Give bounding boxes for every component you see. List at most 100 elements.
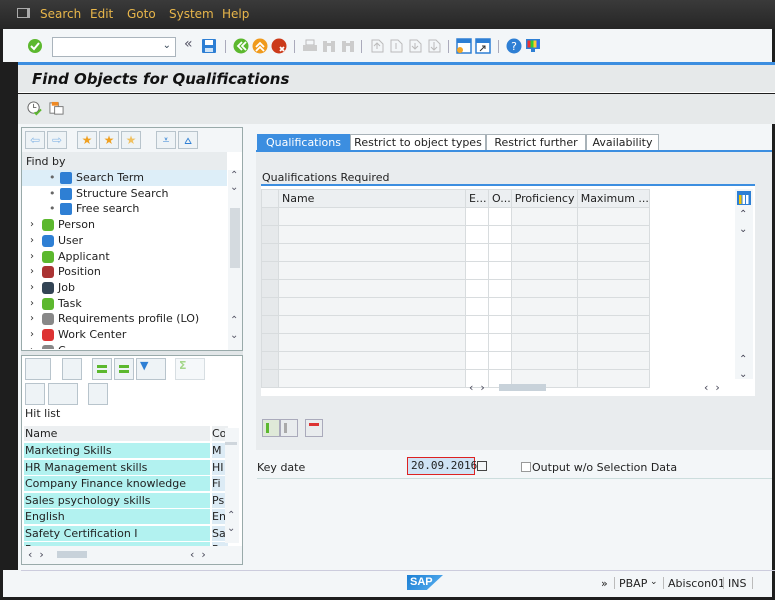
hit-list-row[interactable]: Company Finance knowledge Fi [24, 476, 232, 492]
tab-restrict-further[interactable]: Restrict further [486, 134, 586, 151]
create-shortcut-icon[interactable] [475, 38, 491, 54]
grid-cell[interactable] [510, 297, 578, 316]
grid-row[interactable] [261, 243, 650, 262]
grid-cell[interactable] [488, 297, 512, 316]
grid-cell[interactable] [576, 261, 650, 280]
grid-cell[interactable] [576, 225, 650, 244]
hit-list-vertical-scrollbar[interactable]: ⌃ ⌄ [225, 428, 239, 543]
row-selector[interactable] [261, 279, 279, 298]
tree-item[interactable]: › Work Center [22, 327, 227, 343]
grid-row[interactable] [261, 279, 650, 298]
previous-icon[interactable]: ⇦ [25, 131, 45, 149]
grid-cell[interactable] [278, 333, 466, 352]
customize-layout-icon[interactable] [525, 38, 541, 54]
grid-cell[interactable] [510, 225, 578, 244]
column-header[interactable]: Proficiency [510, 189, 578, 208]
tab-availability[interactable]: Availability [586, 134, 659, 151]
grid-cell[interactable] [510, 243, 578, 262]
sort-descending-icon[interactable] [114, 358, 134, 380]
grid-vertical-scrollbar[interactable]: ⌃ ⌄ ⌃ ⌄ [735, 189, 753, 380]
expand-arrow-icon[interactable]: › [30, 327, 34, 343]
next-icon[interactable]: ⇨ [47, 131, 67, 149]
tree-item[interactable]: › Task [22, 296, 227, 312]
row-selector[interactable] [261, 243, 279, 262]
favorite-icon[interactable]: ★ [99, 131, 119, 149]
collapse-command-button[interactable]: « [184, 36, 193, 52]
system-menu-icon[interactable] [17, 8, 30, 18]
value-help-icon[interactable] [477, 461, 487, 471]
expand-arrow-icon[interactable]: › [30, 296, 34, 312]
grid-cell[interactable] [278, 297, 466, 316]
tree-vertical-scrollbar[interactable]: ⌃ ⌄ ⌃ ⌄ [228, 170, 242, 350]
tree-item[interactable]: › Requirements profile (LO) [22, 311, 227, 327]
expand-all-icon[interactable]: ⩡ [156, 131, 176, 149]
grid-cell[interactable] [465, 207, 489, 226]
expand-arrow-icon[interactable]: › [30, 311, 34, 327]
grid-row[interactable] [261, 207, 650, 226]
row-selector[interactable] [261, 297, 279, 316]
copy-objects-icon[interactable] [49, 101, 64, 116]
chevron-down-icon[interactable]: ⌄ [163, 40, 171, 51]
tree-item[interactable]: › C... [22, 343, 227, 349]
grid-row[interactable] [261, 351, 650, 370]
grid-cell[interactable] [465, 351, 489, 370]
grid-cell[interactable] [465, 279, 489, 298]
row-selector[interactable] [261, 351, 279, 370]
delete-row-icon[interactable] [305, 419, 323, 437]
transaction-code[interactable]: PBAP [619, 577, 647, 590]
grid-row[interactable] [261, 333, 650, 352]
expand-arrow-icon[interactable]: › [30, 280, 34, 296]
menu-search[interactable]: Search [40, 7, 81, 21]
save-icon[interactable] [201, 38, 217, 54]
hit-list-row[interactable]: HR Management skills HI [24, 459, 232, 476]
menu-edit[interactable]: Edit [90, 7, 113, 21]
hit-list-horizontal-scrollbar[interactable]: ‹ › ‹ › [22, 546, 242, 564]
back-icon[interactable] [233, 38, 249, 54]
grid-cell[interactable] [465, 315, 489, 334]
tree-item[interactable]: • Structure Search [22, 186, 227, 202]
find-in-list-icon[interactable] [62, 358, 82, 380]
grid-horizontal-scrollbar[interactable]: ‹ › ‹ › [261, 379, 735, 396]
grid-cell[interactable] [576, 315, 650, 334]
expand-arrow-icon[interactable]: › [30, 233, 34, 249]
grid-cell[interactable] [576, 297, 650, 316]
grid-row[interactable] [261, 315, 650, 334]
row-selector[interactable] [261, 225, 279, 244]
layout-icon[interactable] [88, 383, 108, 405]
grid-cell[interactable] [510, 261, 578, 280]
execute-clock-icon[interactable] [27, 101, 42, 116]
grid-cell[interactable] [510, 351, 578, 370]
grid-cell[interactable] [465, 261, 489, 280]
tree-item[interactable]: › Position [22, 264, 227, 280]
grid-cell[interactable] [488, 243, 512, 262]
insert-mode[interactable]: INS [728, 577, 746, 590]
add-favorite-icon[interactable]: ★ [77, 131, 97, 149]
tree-item[interactable]: › User [22, 233, 227, 249]
menu-system[interactable]: System [169, 7, 214, 21]
menu-goto[interactable]: Goto [127, 7, 156, 21]
grid-cell[interactable] [488, 225, 512, 244]
grid-row[interactable] [261, 225, 650, 244]
hit-list-row[interactable]: Sales psychology skills Ps [24, 492, 232, 509]
tree-item[interactable]: › Job [22, 280, 227, 296]
print-list-icon[interactable] [25, 383, 45, 405]
tree-item[interactable]: › Person [22, 217, 227, 233]
delete-favorite-icon[interactable]: ★ [121, 131, 141, 149]
row-selector[interactable] [261, 315, 279, 334]
grid-cell[interactable] [576, 279, 650, 298]
help-icon[interactable]: ? [506, 38, 522, 54]
grid-cell[interactable] [278, 315, 466, 334]
hit-list-row[interactable]: English En [24, 509, 232, 525]
grid-cell[interactable] [278, 207, 466, 226]
output-without-selection-checkbox[interactable] [521, 462, 531, 472]
menu-help[interactable]: Help [222, 7, 249, 21]
grid-cell[interactable] [576, 333, 650, 352]
column-header[interactable]: E... [465, 189, 489, 208]
tree-item[interactable]: • Search Term [22, 170, 227, 186]
expand-arrow-icon[interactable]: › [30, 217, 34, 233]
grid-cell[interactable] [278, 243, 466, 262]
filter-icon[interactable]: ▼ [136, 358, 166, 380]
key-date-input[interactable]: 20.09.2016 [407, 457, 477, 475]
expand-arrow-icon[interactable]: › [30, 249, 34, 265]
column-header[interactable]: Maximum ... [576, 189, 650, 208]
